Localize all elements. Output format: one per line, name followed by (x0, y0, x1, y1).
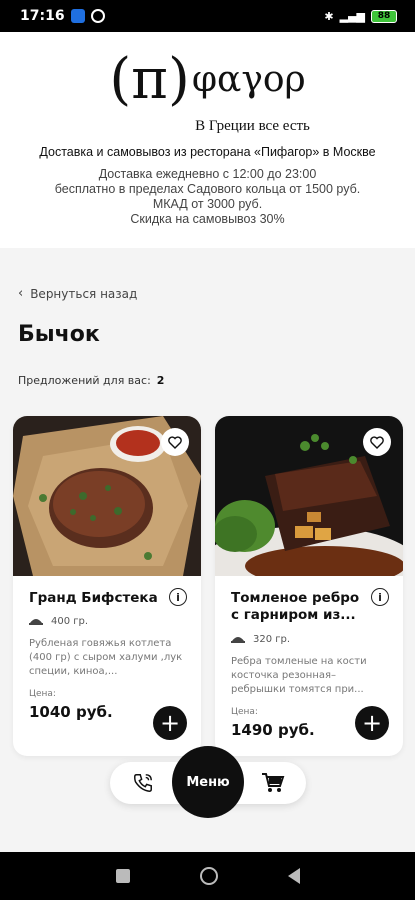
info-icon[interactable]: i (371, 588, 389, 606)
app-notification-icon (70, 9, 85, 23)
delivery-hours: Доставка ежедневно с 12:00 до 23:00 (98, 167, 317, 181)
home-icon[interactable] (199, 867, 218, 885)
app-screen: (π) φαγορ В Греции все есть Доставка и с… (0, 32, 415, 852)
product-description: Рубленая говяжья котлета (400 гр) с сыро… (29, 638, 183, 677)
product-weight: 320 гр. (231, 634, 387, 645)
bluetooth-icon: ✱ (324, 9, 334, 23)
call-button[interactable] (130, 770, 156, 796)
product-card[interactable]: Гранд Бифстека i 400 гр. Рубленая говяжь… (13, 416, 201, 756)
weight-value: 400 гр. (51, 616, 89, 627)
signal-icon: ▂▄▆ (339, 9, 365, 23)
product-image[interactable] (215, 416, 403, 576)
dish-icon (29, 619, 43, 625)
heart-icon (168, 435, 182, 449)
product-image[interactable] (13, 416, 201, 576)
favorite-button[interactable] (161, 428, 189, 456)
menu-button[interactable]: Меню (172, 746, 244, 818)
info-icon[interactable]: i (169, 588, 187, 606)
tagline: В Греции все есть (195, 118, 310, 134)
system-nav-bar (0, 852, 415, 900)
add-to-cart-button[interactable]: + (355, 706, 389, 740)
plus-icon: + (361, 709, 383, 737)
cart-button[interactable] (260, 770, 286, 796)
price-label: Цена: (29, 689, 56, 699)
recents-icon[interactable] (115, 869, 130, 883)
restaurant-logo: (π) φαγορ (0, 48, 415, 112)
favorite-button[interactable] (363, 428, 391, 456)
pickup-discount: Скидка на самовывоз 30% (130, 212, 285, 226)
back-label: Вернуться назад (30, 286, 138, 301)
add-to-cart-button[interactable]: + (153, 706, 187, 740)
cart-icon (262, 773, 285, 792)
status-time: 17:16 (20, 8, 65, 24)
dish-icon (231, 637, 245, 643)
plus-icon: + (159, 709, 181, 737)
battery-icon: 88 (371, 9, 397, 23)
product-card[interactable]: Томленое ребро с гарниром из... i 320 гр… (215, 416, 403, 756)
restaurant-header: (π) φαγορ В Греции все есть Доставка и с… (0, 32, 415, 248)
header-title: Доставка и самовывоз из ресторана «Пифаг… (39, 145, 376, 159)
delivery-info: Доставка ежедневно с 12:00 до 23:00 бесп… (0, 167, 415, 227)
phone-icon (134, 774, 152, 792)
heart-icon (370, 435, 384, 449)
notification-icon (90, 9, 105, 23)
delivery-free-condition: бесплатно в пределах Садового кольца от … (54, 182, 361, 196)
offers-number: 2 (156, 374, 165, 387)
page-title: Бычок (18, 322, 100, 347)
product-name[interactable]: Гранд Бифстека (29, 590, 167, 608)
status-bar: 17:16 ✱ ▂▄▆ 88 (0, 0, 415, 32)
back-link[interactable]: ‹ Вернуться назад (18, 286, 137, 301)
delivery-mkad-condition: МКАД от 3000 руб. (152, 197, 263, 211)
offers-count: Предложений для вас: 2 (18, 374, 164, 387)
product-weight: 400 гр. (29, 616, 185, 627)
back-icon[interactable] (287, 868, 300, 884)
product-name[interactable]: Томленое ребро с гарниром из... (231, 590, 369, 626)
chevron-left-icon: ‹ (18, 286, 24, 301)
weight-value: 320 гр. (253, 634, 291, 645)
logo-word: φαγορ (191, 59, 306, 100)
offers-label: Предложений для вас: (18, 374, 151, 387)
logo-pi: (π) (109, 47, 190, 112)
product-body: Гранд Бифстека i 400 гр. Рубленая говяжь… (13, 576, 201, 721)
product-description: Ребра томленые на кости косточка резонна… (231, 656, 367, 695)
